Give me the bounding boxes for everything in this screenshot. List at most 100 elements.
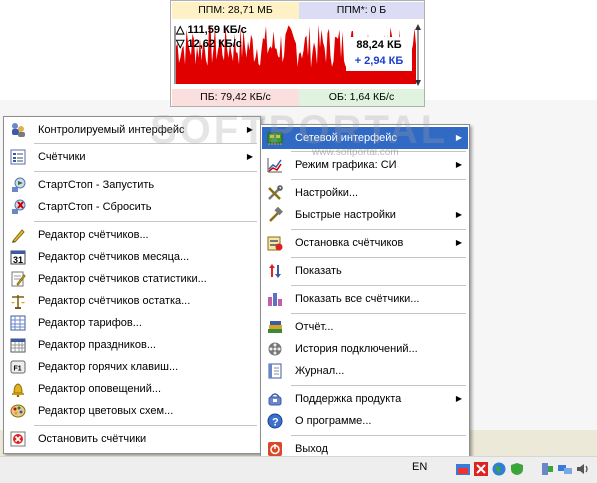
menu-item-label: Редактор горячих клавиш... [38,361,179,373]
menu-separator [291,257,466,258]
svg-text:F1: F1 [14,366,22,373]
session-total-box: 88,24 КБ + 2,94 КБ [346,37,412,71]
menu-item-show[interactable]: Показать [262,260,468,282]
menu-item-label: Редактор счётчиков остатка... [38,295,191,307]
grid-table-icon [10,315,26,331]
menu-item-label: История подключений... [295,343,418,355]
submenu-arrow-icon: ▶ [455,394,462,403]
watermark-logo: SOFTPORTAL [150,108,449,152]
network-users-icon [10,122,26,138]
ob-label: ОБ: 1,64 КБ/с [299,89,424,106]
journal-icon [267,363,283,379]
menu-item-label: Настройки... [295,187,359,199]
graph-axis-arrow-up [415,24,421,30]
session-total: 88,24 КБ [356,39,402,51]
bell-icon [10,381,26,398]
menu-item-counter-stop[interactable]: Остановка счётчиков ▶ [262,232,468,254]
ppm-star-label: ППМ*: 0 Б [299,2,424,19]
menu-item-label: Показать все счётчики... [295,293,420,305]
stop-counters-icon [267,235,283,251]
menu-separator [34,221,257,222]
exit-icon [267,441,283,457]
volume-icon[interactable] [576,462,590,476]
support-icon [267,391,283,407]
menu-item-balance-counter-editor[interactable]: Редактор счётчиков остатка... [5,290,259,312]
watermark-url: www.softportal.com [312,147,399,158]
menu-separator [291,313,466,314]
menu-separator [34,425,257,426]
language-indicator[interactable]: EN [412,461,427,473]
f1-key-icon: F1 [10,359,26,375]
menu-item-alert-editor[interactable]: Редактор оповещений... [5,378,259,400]
menu-item-label: Остановка счётчиков [295,237,404,249]
download-speed: △ 111,59 КБ/с [176,24,247,36]
menu-item-label: Редактор цветовых схем... [38,405,174,417]
menu-item-start[interactable]: СтартСтоп - Запустить [5,174,259,196]
menu-item-counter-editor[interactable]: Редактор счётчиков... [5,224,259,246]
menu-item-label: Остановить счётчики [38,433,147,445]
menu-item-label: Быстрые настройки [295,209,396,221]
network-tray-icon[interactable] [558,462,572,476]
menu-item-product-support[interactable]: Поддержка продукта ▶ [262,388,468,410]
menu-item-reset[interactable]: СтартСтоп - Сбросить [5,196,259,218]
upload-speed: ▽ 12,62 КБ/с [176,38,242,50]
security-shield-tray-icon[interactable] [510,462,524,476]
show-arrows-icon [267,263,283,279]
menu-item-holiday-editor[interactable]: Редактор праздников... [5,334,259,356]
menu-separator [291,435,466,436]
submenu-arrow-icon: ▶ [455,160,462,169]
menu-item-label: Редактор счётчиков... [38,229,149,241]
calendar-grid-icon [10,337,26,353]
palette-icon [10,403,26,419]
pb-label: ПБ: 79,42 КБ/с [172,89,299,106]
bar-chart-icon [267,291,283,307]
menu-item-label: СтартСтоп - Сбросить [38,201,152,213]
pencil-icon [10,227,26,243]
menu-item-report[interactable]: Отчёт... [262,316,468,338]
menu-item-journal[interactable]: Журнал... [262,360,468,382]
menu-separator [291,179,466,180]
menu-item-connection-history[interactable]: История подключений... [262,338,468,360]
menu-separator [34,171,257,172]
start-icon [10,177,26,193]
counters-list-icon [10,149,26,165]
books-icon [267,319,283,335]
traffic-monitor-tray-icon[interactable] [456,462,470,476]
stop-icon [10,431,26,447]
menu-item-quick-settings[interactable]: Быстрые настройки ▶ [262,204,468,226]
traffic-widget[interactable]: ППМ: 28,71 МБ ППМ*: 0 Б △ 111,59 КБ/с ▽ … [170,0,425,107]
menu-item-tariff-editor[interactable]: Редактор тарифов... [5,312,259,334]
menu-item-label: Редактор праздников... [38,339,156,351]
menu-item-settings[interactable]: Настройки... [262,182,468,204]
globe-tray-icon[interactable] [492,462,506,476]
menu-item-label: СтартСтоп - Запустить [38,179,155,191]
menu-item-month-counter-editor[interactable]: 31 Редактор счётчиков месяца... [5,246,259,268]
notepad-icon [10,271,26,287]
svg-text:?: ? [272,417,279,429]
menu-item-about[interactable]: ? О программе... [262,410,468,432]
menu-item-stats-counter-editor[interactable]: Редактор счётчиков статистики... [5,268,259,290]
taskbar: EN [0,456,597,483]
calendar-31-icon: 31 [10,249,26,265]
menu-item-show-all-counters[interactable]: Показать все счётчики... [262,288,468,310]
tools-icon [267,185,283,201]
film-reel-icon [267,341,283,357]
menu-item-label: Редактор тарифов... [38,317,142,329]
menu-item-label: Счётчики [38,151,86,163]
antivirus-tray-icon[interactable] [474,462,488,476]
menu-separator [291,229,466,230]
menu-item-label: Показать [295,265,342,277]
menu-item-stop-counters[interactable]: Остановить счётчики [5,428,259,450]
submenu-arrow-icon: ▶ [455,238,462,247]
menu-item-label: О программе... [295,415,372,427]
session-delta: + 2,94 КБ [354,55,404,67]
usb-device-tray-icon[interactable] [540,462,554,476]
menu-item-label: Редактор счётчиков месяца... [38,251,190,263]
hammer-icon [267,206,283,223]
menu-item-color-scheme-editor[interactable]: Редактор цветовых схем... [5,400,259,422]
submenu-arrow-icon: ▶ [455,133,462,142]
menu-item-label: Журнал... [295,365,345,377]
menu-separator [291,285,466,286]
main-context-menu: Сетевой интерфейс ▶ Режим графика: СИ ▶ … [260,124,470,462]
menu-item-hotkey-editor[interactable]: F1 Редактор горячих клавиш... [5,356,259,378]
